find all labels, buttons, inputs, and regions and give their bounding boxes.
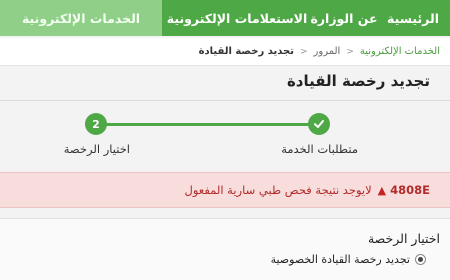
step-2-label[interactable]: اختيار الرخصة — [64, 142, 130, 156]
step-1-label[interactable]: متطلبات الخدمة — [281, 142, 358, 156]
breadcrumb-e-services[interactable]: الخدمات الإلكترونية — [360, 46, 440, 57]
radio-selected-dot — [418, 257, 423, 262]
step-1-check-icon — [308, 113, 330, 135]
nav-item-e-services[interactable]: الخدمات الإلكترونية — [0, 0, 162, 36]
radio-button[interactable] — [415, 254, 426, 265]
breadcrumb-separator-icon: < — [346, 46, 354, 57]
nav-item-about-ministry[interactable]: عن الوزارة — [310, 0, 377, 36]
main-nav: الرئيسية عن الوزارة الاستعلامات الإلكترو… — [0, 0, 450, 36]
breadcrumb-traffic[interactable]: المرور — [314, 46, 341, 57]
license-option-private[interactable]: تجديد رخصة القيادة الخصوصية — [271, 253, 426, 266]
warning-icon: ▲ — [377, 183, 387, 197]
error-alert: 4808E ▲ لايوجد نتيجة فحص طبي سارية المفع… — [0, 172, 450, 208]
license-option-label: تجديد رخصة القيادة الخصوصية — [270, 253, 410, 266]
error-message: لايوجد نتيجة فحص طبي سارية المفعول — [184, 183, 372, 197]
breadcrumb-current: تجديد رخصة القيادة — [198, 46, 294, 57]
breadcrumb: الخدمات الإلكترونية < المرور < تجديد رخص… — [0, 38, 450, 66]
breadcrumb-separator-icon: < — [300, 46, 308, 57]
step-2-number: 2 — [85, 113, 107, 135]
nav-item-home[interactable]: الرئيسية — [376, 0, 450, 36]
error-code: 4808E — [390, 183, 430, 197]
title-divider — [0, 100, 450, 101]
page-title: تجديد رخصة القيادة — [286, 72, 430, 90]
license-selection-section: اختيار الرخصة تجديد رخصة القيادة الخصوصي… — [0, 218, 450, 280]
nav-item-e-inquiries[interactable]: الاستعلامات الإلكترونية — [162, 0, 312, 36]
license-section-title: اختيار الرخصة — [367, 231, 440, 246]
wizard-progress-line — [95, 123, 320, 126]
